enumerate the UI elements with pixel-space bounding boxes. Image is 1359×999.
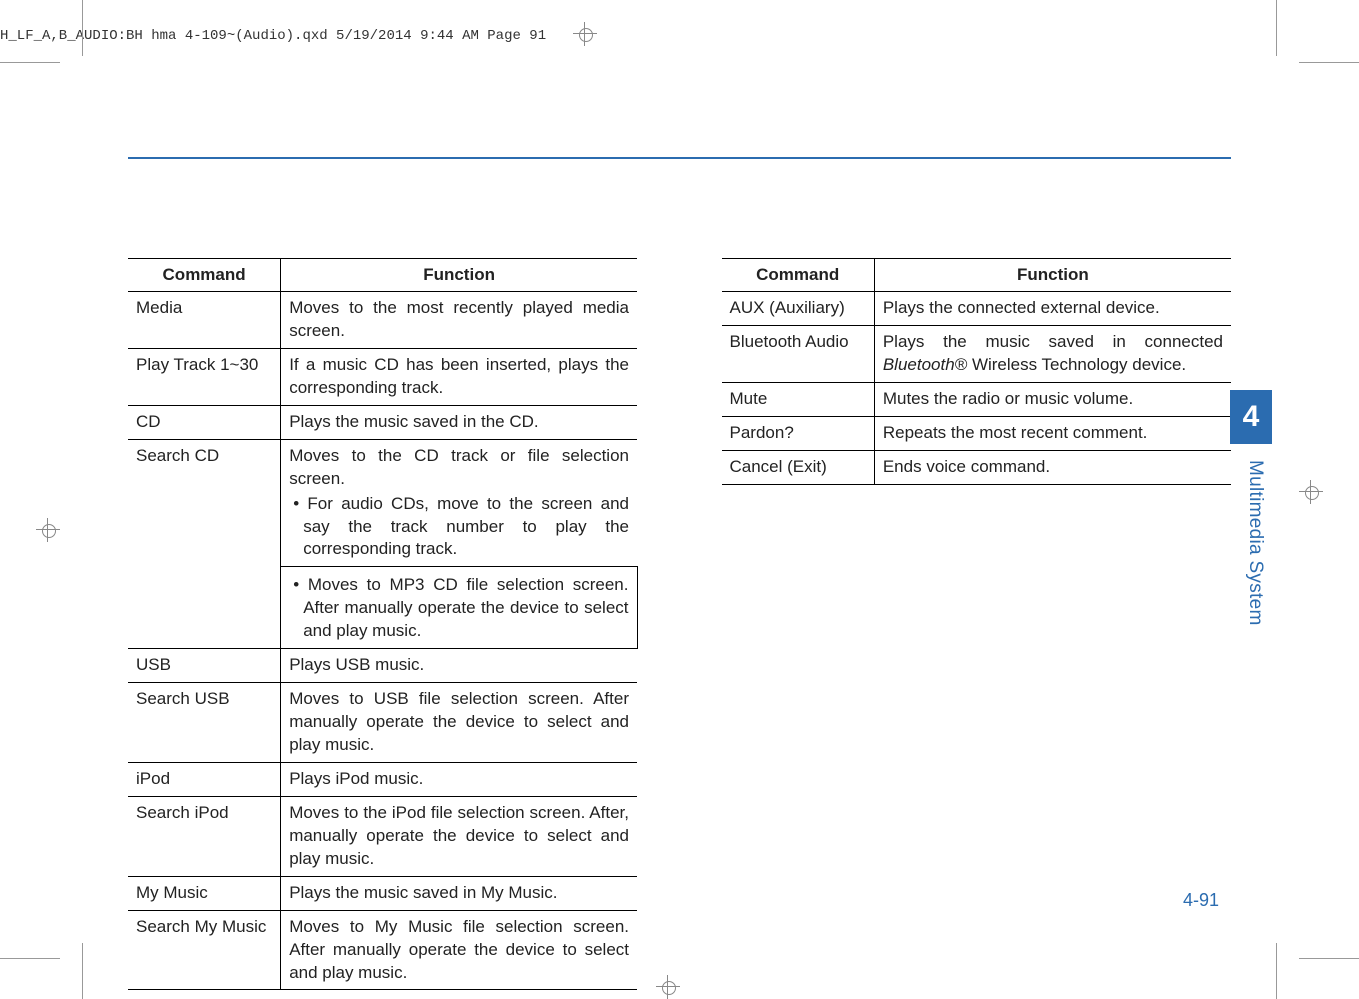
cell-command: Search CD	[128, 439, 281, 649]
registration-mark-left	[36, 518, 60, 542]
cell-text-italic: Bluetooth®	[883, 355, 967, 374]
crop-mark	[0, 62, 60, 63]
cell-command: Search iPod	[128, 796, 281, 876]
crop-mark	[1299, 62, 1359, 63]
cell-function: Moves to the CD track or file selection …	[281, 439, 637, 567]
chapter-tab: 4	[1230, 390, 1272, 444]
registration-mark-top	[573, 22, 597, 46]
right-command-table: Command Function AUX (Auxiliary) Plays t…	[722, 258, 1232, 485]
crop-mark	[1299, 958, 1359, 959]
table-row: Cancel (Exit) Ends voice command.	[722, 450, 1232, 484]
cell-function: Plays the music saved in My Music.	[281, 876, 637, 910]
table-row: USB Plays USB music.	[128, 649, 637, 683]
table-row: Play Track 1~30 If a music CD has been i…	[128, 348, 637, 405]
cell-command: Media	[128, 292, 281, 349]
table-row: CD Plays the music saved in the CD.	[128, 405, 637, 439]
cell-function: Plays USB music.	[281, 649, 637, 683]
cell-command: Mute	[722, 382, 875, 416]
table-row: AUX (Auxiliary) Plays the connected exte…	[722, 292, 1232, 326]
table-row: Bluetooth Audio Plays the music saved in…	[722, 325, 1232, 382]
table-row: iPod Plays iPod music.	[128, 762, 637, 796]
header-command: Command	[128, 259, 281, 292]
cell-command: Search USB	[128, 683, 281, 763]
cell-command: My Music	[128, 876, 281, 910]
table-row: Search CD Moves to the CD track or file …	[128, 439, 637, 567]
chapter-label: Multimedia System	[1244, 460, 1266, 626]
cell-text: Moves to the CD track or file selection …	[289, 446, 629, 488]
cell-function: Repeats the most recent comment.	[874, 416, 1231, 450]
table-row: Mute Mutes the radio or music volume.	[722, 382, 1232, 416]
cell-function: Plays the music saved in connected Bluet…	[874, 325, 1231, 382]
cell-command: Pardon?	[722, 416, 875, 450]
cell-command: Search My Music	[128, 910, 281, 990]
left-command-table: Command Function Media Moves to the most…	[128, 258, 638, 990]
cell-command: Bluetooth Audio	[722, 325, 875, 382]
table-row: Search USB Moves to USB file selection s…	[128, 683, 637, 763]
crop-mark	[82, 943, 83, 999]
cell-function: Moves to the most recently played media …	[281, 292, 637, 349]
header-function: Function	[874, 259, 1231, 292]
cell-function: Moves to USB file selection screen. Afte…	[281, 683, 637, 763]
table-header-row: Command Function	[722, 259, 1232, 292]
cell-function: Ends voice command.	[874, 450, 1231, 484]
top-blue-rule	[128, 157, 1231, 159]
table-header-row: Command Function	[128, 259, 637, 292]
cell-command: AUX (Auxiliary)	[722, 292, 875, 326]
cell-function: If a music CD has been inserted, plays t…	[281, 348, 637, 405]
cell-function: Plays the connected external device.	[874, 292, 1231, 326]
cell-command: Play Track 1~30	[128, 348, 281, 405]
crop-mark	[82, 0, 83, 56]
cell-function: Plays the music saved in the CD.	[281, 405, 637, 439]
cell-text-pre: Plays the music saved in connected	[883, 332, 1223, 351]
header-function: Function	[281, 259, 637, 292]
crop-mark	[0, 958, 60, 959]
cell-function: Mutes the radio or music volume.	[874, 382, 1231, 416]
bullet-item: • For audio CDs, move to the screen and …	[289, 493, 629, 562]
header-command: Command	[722, 259, 875, 292]
table-row: Media Moves to the most recently played …	[128, 292, 637, 349]
cell-command: USB	[128, 649, 281, 683]
cell-text-post: Wireless Technology device.	[967, 355, 1186, 374]
bullet-item: • Moves to MP3 CD file selection screen.…	[289, 574, 628, 643]
cell-function: Moves to My Music file selection screen.…	[281, 910, 637, 990]
cell-function: Moves to the iPod file selection screen.…	[281, 796, 637, 876]
table-row: Search iPod Moves to the iPod file selec…	[128, 796, 637, 876]
cell-function: • Moves to MP3 CD file selection screen.…	[281, 567, 637, 649]
cell-command: Cancel (Exit)	[722, 450, 875, 484]
crop-mark	[1276, 943, 1277, 999]
right-column: Command Function AUX (Auxiliary) Plays t…	[722, 258, 1232, 990]
table-row: Search My Music Moves to My Music file s…	[128, 910, 637, 990]
cell-command: iPod	[128, 762, 281, 796]
content-area: Command Function Media Moves to the most…	[128, 258, 1231, 990]
table-row: My Music Plays the music saved in My Mus…	[128, 876, 637, 910]
left-column: Command Function Media Moves to the most…	[128, 258, 638, 990]
registration-mark-right	[1299, 480, 1323, 504]
crop-mark	[1276, 0, 1277, 56]
table-row: Pardon? Repeats the most recent comment.	[722, 416, 1232, 450]
cell-command: CD	[128, 405, 281, 439]
page-number: 4-91	[1183, 890, 1219, 911]
cell-function: Plays iPod music.	[281, 762, 637, 796]
